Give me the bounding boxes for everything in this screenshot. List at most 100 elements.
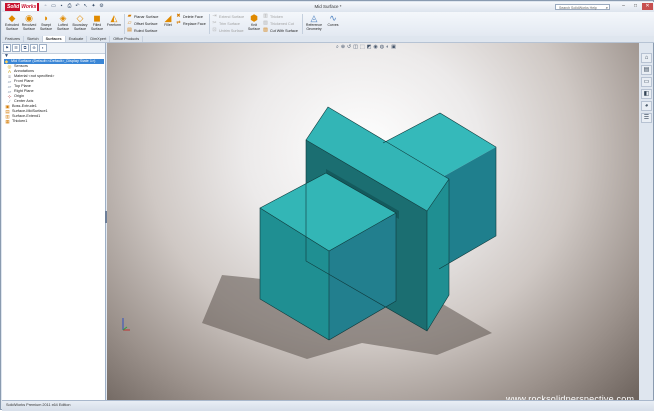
view-settings-icon[interactable]: ▣ xyxy=(391,44,396,50)
trim-surface-button[interactable]: ✂ Trim Surface xyxy=(212,21,240,26)
filled-surface-button[interactable]: ◼ Filled Surface xyxy=(89,14,105,32)
cut-with-surface-button[interactable]: ▨ Cut With Surface xyxy=(263,28,298,33)
graphics-area[interactable] xyxy=(107,43,639,400)
thicken-button[interactable]: ▥ Thicken xyxy=(263,14,283,19)
ruled-surface-button[interactable]: ▤ Ruled Surface xyxy=(127,28,157,33)
button-label: Thickened Cut xyxy=(270,21,294,26)
delete-face-icon: ✖ xyxy=(176,13,181,19)
status-text: SolidWorks Premium 2011 x64 Edition xyxy=(6,403,71,407)
ribbon-separator xyxy=(302,14,303,34)
filled-surface-icon: ◼ xyxy=(93,13,101,23)
apply-scene-icon[interactable]: ◐ xyxy=(386,44,389,50)
cut-with-surface-icon: ▨ xyxy=(263,27,268,33)
revolved-surface-button[interactable]: ◉ Revolved Surface xyxy=(21,14,37,32)
button-label: Fillet xyxy=(164,23,172,27)
search-help-input[interactable]: Search SolidWorks Help ⌕ xyxy=(555,4,610,10)
replace-face-button[interactable]: ⇄ Replace Face xyxy=(176,21,206,26)
curves-icon: ∿ xyxy=(329,13,337,23)
home-icon[interactable]: ⌂ xyxy=(641,53,652,63)
button-label: Surface xyxy=(5,26,19,31)
display-style-icon[interactable]: ◩ xyxy=(367,44,372,50)
delete-face-button[interactable]: ✖ Delete Face xyxy=(176,14,203,19)
configuration-manager-tab-icon[interactable]: ⧉ xyxy=(21,44,29,52)
button-label: Planar Surface xyxy=(134,14,159,19)
maximize-button[interactable]: □ xyxy=(630,3,641,10)
button-label: Offset Surface xyxy=(134,21,158,26)
task-pane-tabs: ⌂ ▤ ▭ ◧ ◕ ☰ xyxy=(641,53,652,123)
hide-show-items-icon[interactable]: ◉ xyxy=(373,44,377,50)
lofted-surface-button[interactable]: ◈ Lofted Surface xyxy=(55,14,71,32)
extend-surface-icon: ⇥ xyxy=(212,13,217,19)
offset-surface-button[interactable]: ▱ Offset Surface xyxy=(127,21,158,26)
extend-surface-button[interactable]: ⇥ Extend Surface xyxy=(212,14,244,19)
property-manager-tab-icon[interactable]: ☰ xyxy=(12,44,20,52)
tab-office-products[interactable]: Office Products xyxy=(110,36,144,42)
view-triad-icon xyxy=(122,318,130,331)
untrim-surface-button[interactable]: ⊡ Untrim Surface xyxy=(212,28,243,33)
search-icon[interactable]: ⌕ xyxy=(606,5,608,11)
ribbon-separator xyxy=(124,14,125,34)
dimxpert-manager-tab-icon[interactable]: ⊕ xyxy=(30,44,38,52)
reference-geometry-button[interactable]: ◬ Reference Geometry xyxy=(304,14,324,32)
reference-geometry-icon: ◬ xyxy=(310,13,318,23)
tab-surfaces[interactable]: Surfaces xyxy=(42,36,66,42)
knit-surface-icon: ⬢ xyxy=(250,13,258,23)
minimize-button[interactable]: – xyxy=(618,3,629,10)
freeform-button[interactable]: ◭ Freeform xyxy=(106,14,122,28)
swept-surface-icon: ◗ xyxy=(43,13,49,23)
button-label: Cut With Surface xyxy=(270,28,298,33)
button-label: Surface xyxy=(247,26,261,31)
zoom-area-icon[interactable]: ⊕ xyxy=(341,44,345,50)
command-manager-tabs: Features Sketch Surfaces Evaluate DimXpe… xyxy=(2,36,654,43)
tree-node-label: Thicken1 xyxy=(12,119,28,123)
lofted-surface-icon: ◈ xyxy=(59,13,67,23)
feature-tree-tab-icon[interactable]: ⚑ xyxy=(3,44,11,52)
section-view-icon[interactable]: ◫ xyxy=(353,44,358,50)
swept-surface-button[interactable]: ◗ Swept Surface xyxy=(38,14,54,32)
window-controls: – □ ✕ xyxy=(618,3,653,10)
extruded-surface-button[interactable]: ◆ Extruded Surface xyxy=(4,14,20,32)
thickened-cut-button[interactable]: ▧ Thickened Cut xyxy=(263,21,294,26)
search-placeholder: Search SolidWorks Help xyxy=(559,6,597,10)
freeform-icon: ◭ xyxy=(110,13,118,23)
button-label: Thicken xyxy=(270,14,283,19)
appearances-icon[interactable]: ◕ xyxy=(641,101,652,111)
edit-appearance-icon[interactable]: ◍ xyxy=(380,44,384,50)
ribbon-separator xyxy=(209,14,210,34)
solidworks-window: Solid Works ▫ ▭ ▪ ⎙ ↶ ↖ ✦ ⚙ Mid Surface *… xyxy=(0,0,654,411)
tab-evaluate[interactable]: Evaluate xyxy=(66,36,88,42)
model-view xyxy=(202,106,497,359)
boundary-surface-button[interactable]: ◇ Boundary Surface xyxy=(72,14,88,32)
offset-surface-icon: ▱ xyxy=(127,20,132,26)
feature-manager-tabs: ⚑ ☰ ⧉ ⊕ ◐ xyxy=(2,43,105,54)
tab-dimxpert[interactable]: DimXpert xyxy=(87,36,111,42)
view-palette-icon[interactable]: ◧ xyxy=(641,89,652,99)
button-label: Geometry xyxy=(306,26,322,31)
custom-properties-icon[interactable]: ☰ xyxy=(641,113,652,123)
tree-node-thicken1[interactable]: ▦ Thicken1 xyxy=(4,119,104,124)
heads-up-view-toolbar: ⌕ ⊕ ↺ ◫ ⬚ ◩ ◉ ◍ ◐ ▣ xyxy=(336,44,396,50)
view-orientation-icon[interactable]: ⬚ xyxy=(360,44,365,50)
button-label: Delete Face xyxy=(183,14,203,19)
tab-sketch[interactable]: Sketch xyxy=(24,36,43,42)
feature-manager-pane: ⚑ ☰ ⧉ ⊕ ◐ ▼ ◆ Mid Surface (Default<<Defau… xyxy=(2,43,106,400)
tab-features[interactable]: Features xyxy=(2,36,24,42)
button-label: Curves xyxy=(327,23,339,27)
button-label: Replace Face xyxy=(183,21,206,26)
zoom-to-fit-icon[interactable]: ⌕ xyxy=(336,44,339,50)
previous-view-icon[interactable]: ↺ xyxy=(347,44,351,50)
close-button[interactable]: ✕ xyxy=(642,3,653,10)
title-bar: Solid Works ▫ ▭ ▪ ⎙ ↶ ↖ ✦ ⚙ Mid Surface *… xyxy=(2,2,654,12)
button-label: Surface xyxy=(56,26,70,31)
display-manager-tab-icon[interactable]: ◐ xyxy=(39,44,47,52)
button-label: Surface xyxy=(22,26,36,31)
fillet-button[interactable]: ◢ Fillet xyxy=(160,14,176,28)
button-label: Freeform xyxy=(106,23,122,27)
planar-surface-button[interactable]: ▰ Planar Surface xyxy=(127,13,159,19)
design-library-icon[interactable]: ▤ xyxy=(641,65,652,75)
file-explorer-icon[interactable]: ▭ xyxy=(641,77,652,87)
curves-button[interactable]: ∿ Curves xyxy=(325,14,341,28)
planar-surface-icon: ▰ xyxy=(127,13,132,19)
knit-surface-button[interactable]: ⬢ Knit Surface xyxy=(246,14,262,32)
boundary-surface-icon: ◇ xyxy=(76,13,84,23)
